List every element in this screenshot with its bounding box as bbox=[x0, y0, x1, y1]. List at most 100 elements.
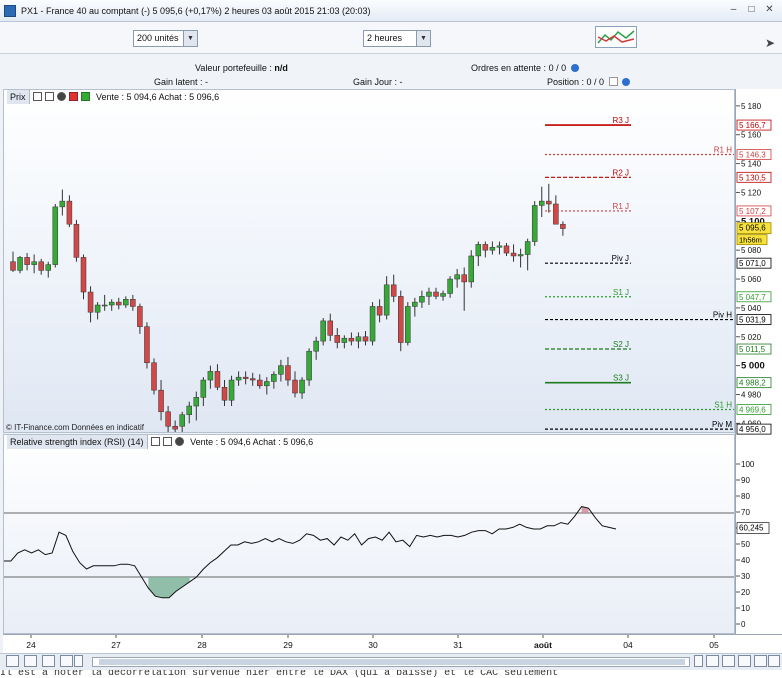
add-indicator-icon[interactable] bbox=[68, 92, 78, 101]
account-infobar: Valeur portefeuille : n/d Ordres en atte… bbox=[0, 56, 782, 90]
pin-icon[interactable]: ➤ bbox=[765, 36, 775, 50]
zoom-icon[interactable] bbox=[60, 655, 73, 667]
close-panel-icon[interactable] bbox=[174, 437, 184, 446]
zoom-in-icon[interactable] bbox=[722, 655, 735, 667]
rsi-panel-quote: Vente : 5 094,6 Achat : 5 096,6 bbox=[190, 437, 314, 447]
current-price-label: 5 095,6 bbox=[739, 224, 766, 233]
candle-body bbox=[376, 306, 383, 316]
scroll-left-icon[interactable] bbox=[74, 655, 83, 667]
orders-label: Ordres en attente : bbox=[471, 63, 547, 73]
time-tick-label: août bbox=[534, 640, 552, 650]
candle-body bbox=[362, 336, 369, 342]
time-tick-label: 27 bbox=[111, 640, 121, 650]
candle-body bbox=[17, 257, 23, 271]
candle-body bbox=[108, 301, 115, 306]
print-icon[interactable] bbox=[768, 655, 780, 667]
pivot-price-label: 5 130,5 bbox=[739, 173, 766, 182]
period-select-value: 2 heures bbox=[367, 33, 403, 43]
candle-body bbox=[228, 379, 235, 401]
grid-icon[interactable] bbox=[42, 655, 55, 667]
pivot-label: R2 J bbox=[613, 168, 629, 177]
candle-body bbox=[257, 379, 263, 387]
candle-body bbox=[130, 298, 136, 307]
candle-body bbox=[517, 254, 524, 257]
window-icon[interactable] bbox=[44, 92, 54, 101]
settings-gear-icon[interactable] bbox=[622, 78, 631, 86]
candle-body bbox=[468, 255, 474, 283]
price-axis[interactable]: 5 180 5 160 5 140 5 120 5 100 5 080 5 060 5 040… bbox=[735, 89, 782, 635]
settings-gear-icon[interactable] bbox=[570, 64, 579, 72]
close-panel-icon[interactable] bbox=[56, 92, 66, 101]
layout-icon[interactable] bbox=[24, 655, 37, 667]
candle-body bbox=[172, 425, 178, 430]
candle-body bbox=[539, 200, 545, 206]
add-object-icon[interactable] bbox=[80, 92, 90, 101]
pivot-label: S1 H bbox=[714, 400, 732, 409]
candle-body bbox=[327, 320, 333, 336]
pivot-price-label: 5 031,9 bbox=[739, 316, 766, 325]
price-tick-label: 4 980 bbox=[741, 390, 762, 399]
wrench-icon[interactable] bbox=[150, 437, 160, 446]
scrollbar-thumb[interactable] bbox=[99, 659, 685, 665]
rsi-value-label: 60,245 bbox=[739, 524, 764, 533]
rsi-tick-label: 20 bbox=[741, 588, 750, 597]
candle-body bbox=[249, 378, 256, 381]
app-icon bbox=[4, 5, 16, 17]
wrench-icon[interactable] bbox=[32, 92, 42, 101]
chart-thumbnail-icon[interactable] bbox=[595, 26, 637, 48]
orders-value: 0 / 0 bbox=[548, 63, 567, 73]
window-icon[interactable] bbox=[162, 437, 172, 446]
close-icon[interactable]: ✕ bbox=[763, 4, 776, 17]
position-value: 0 / 0 bbox=[586, 77, 605, 87]
candle-body bbox=[165, 411, 171, 427]
zoom-out-icon[interactable] bbox=[738, 655, 751, 667]
candle-body bbox=[510, 252, 517, 257]
rsi-tick-label: 70 bbox=[741, 508, 750, 517]
rsi-panel-tag: Relative strength index (RSI) (14) bbox=[7, 435, 148, 449]
day-value: - bbox=[399, 77, 403, 87]
price-panel-header: Prix Vente : 5 094,6 Achat : 5 096,6 bbox=[4, 90, 219, 104]
settings-icon[interactable] bbox=[754, 655, 767, 667]
price-tick-label: 5 120 bbox=[741, 188, 762, 197]
minimize-icon[interactable]: – bbox=[727, 4, 740, 17]
rsi-line bbox=[4, 506, 617, 599]
rsi-panel[interactable]: Relative strength index (RSI) (14) Vente… bbox=[3, 434, 735, 634]
candle-body bbox=[398, 296, 404, 343]
candle-body bbox=[306, 350, 312, 381]
candle-body bbox=[369, 306, 376, 342]
period-select[interactable]: 2 heures ▼ bbox=[363, 30, 431, 47]
rsi-chart[interactable] bbox=[4, 435, 734, 633]
candle-body bbox=[264, 381, 270, 387]
time-axis[interactable]: 24 27 28 29 30 31 août 04 05 bbox=[3, 634, 782, 653]
candle-body bbox=[186, 405, 192, 415]
units-select[interactable]: 200 unités ▼ bbox=[133, 30, 198, 47]
candle-body bbox=[158, 389, 164, 413]
position-detail-icon[interactable] bbox=[608, 77, 618, 86]
rsi-tick-label: 10 bbox=[741, 604, 750, 613]
candle-body bbox=[73, 223, 80, 258]
rsi-panel-header: Relative strength index (RSI) (14) Vente… bbox=[4, 435, 313, 449]
candle-body bbox=[278, 365, 284, 375]
candle-body bbox=[531, 205, 538, 242]
candle-body bbox=[412, 301, 418, 307]
portfolio-info: Valeur portefeuille : n/d bbox=[195, 63, 288, 73]
candle-body bbox=[123, 298, 129, 306]
window-title: PX1 - France 40 au comptant (-) 5 095,6 … bbox=[21, 6, 371, 16]
chevron-down-icon[interactable]: ▼ bbox=[183, 31, 197, 46]
maximize-icon[interactable]: □ bbox=[745, 4, 758, 17]
pivot-price-label: 4 988,2 bbox=[739, 379, 766, 388]
zoom-fit-icon[interactable] bbox=[706, 655, 719, 667]
scroll-right-icon[interactable] bbox=[694, 655, 703, 667]
price-tick-label: 5 020 bbox=[741, 333, 762, 342]
candle-body bbox=[334, 335, 341, 343]
candle-body bbox=[503, 245, 510, 254]
rsi-tick-label: 100 bbox=[741, 460, 755, 469]
price-chart-panel[interactable]: R3 J R1 H R2 J R1 J Piv J S1 J Piv H S2 J S3 J S1… bbox=[3, 89, 735, 433]
chevron-down-icon[interactable]: ▼ bbox=[416, 31, 430, 46]
add-chart-icon[interactable] bbox=[6, 655, 19, 667]
price-chart[interactable]: R3 J R1 H R2 J R1 J Piv J S1 J Piv H S2 J S3 J S1… bbox=[4, 90, 734, 432]
horizontal-scrollbar[interactable] bbox=[92, 657, 690, 667]
portfolio-value: n/d bbox=[274, 63, 288, 73]
candle-body bbox=[292, 379, 298, 394]
rsi-tick-label: 40 bbox=[741, 556, 750, 565]
